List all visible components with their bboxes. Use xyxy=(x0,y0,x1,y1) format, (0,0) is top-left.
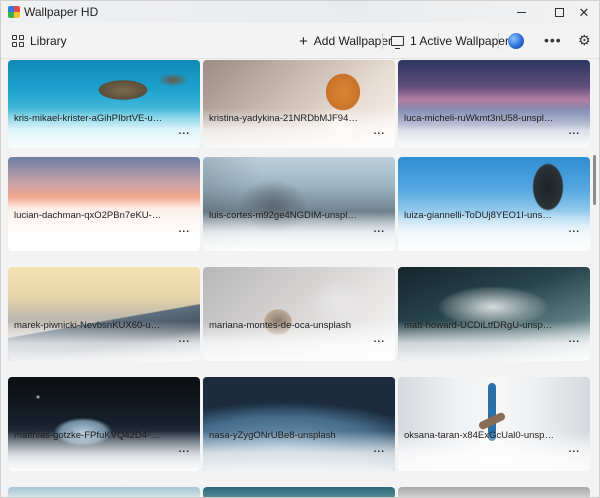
wallpaper-grid[interactable]: kris-mikael-krister-aGihPIbrtVE-unsplash… xyxy=(1,60,599,497)
card-more-button[interactable]: ... xyxy=(569,444,580,455)
wallpaper-card[interactable]: oksana-taran-x84ExGcUal0-unsplash ... xyxy=(398,377,590,471)
wallpaper-thumbnail xyxy=(398,487,590,497)
vertical-scrollbar[interactable] xyxy=(593,155,596,205)
card-more-button[interactable]: ... xyxy=(374,444,385,455)
account-icon[interactable] xyxy=(508,33,524,49)
wallpaper-card[interactable]: marek-piwnicki-NevbsnKUX60-unsplash ... xyxy=(8,267,200,361)
minimize-button[interactable] xyxy=(504,1,538,23)
monitor-icon xyxy=(391,36,404,49)
wallpaper-card[interactable]: luis-cortes-m92ge4NGDIM-unsplash ... xyxy=(203,157,395,251)
card-more-button[interactable]: ... xyxy=(179,444,190,455)
wallpaper-card[interactable]: lucian-dachman-qxO2PBn7eKU-unsplash ... xyxy=(8,157,200,251)
wallpaper-name: marek-piwnicki-NevbsnKUX60-unsplash xyxy=(14,320,164,331)
toolbar-divider xyxy=(382,33,383,49)
wallpaper-card[interactable]: kristina-yadykina-21NRDbMJF94-unsplash .… xyxy=(203,60,395,148)
grid-icon xyxy=(12,35,24,47)
card-more-button[interactable]: ... xyxy=(179,126,190,137)
toolbar: Library + Add Wallpaper 1 Active Wallpap… xyxy=(1,23,599,59)
wallpaper-card[interactable] xyxy=(8,487,200,497)
library-label: Library xyxy=(30,34,67,48)
wallpaper-card[interactable]: luiza-giannelli-ToDUj8YEO1I-unsplash ... xyxy=(398,157,590,251)
wallpaper-name: mariana-montes-de-oca-unsplash xyxy=(209,320,352,331)
wallpaper-name: luis-cortes-m92ge4NGDIM-unsplash xyxy=(209,210,359,221)
card-more-button[interactable]: ... xyxy=(179,334,190,345)
wallpaper-name: lucian-dachman-qxO2PBn7eKU-unsplash xyxy=(14,210,164,221)
window-title: Wallpaper HD xyxy=(24,5,99,19)
card-more-button[interactable]: ... xyxy=(179,224,190,235)
card-more-button[interactable]: ... xyxy=(569,126,580,137)
add-wallpaper-button[interactable]: + Add Wallpaper xyxy=(299,31,392,51)
wallpaper-card[interactable]: mariana-montes-de-oca-unsplash ... xyxy=(203,267,395,361)
toolbar-divider xyxy=(498,33,499,49)
wallpaper-name: nasa-yZygONrUBe8-unsplash xyxy=(209,430,336,441)
add-wallpaper-label: Add Wallpaper xyxy=(313,34,393,48)
wallpaper-name: kristina-yadykina-21NRDbMJF94-unsplash xyxy=(209,113,359,124)
card-more-button[interactable]: ... xyxy=(374,334,385,345)
wallpaper-card[interactable]: matt-howard-UCDiLtfDRgU-unsplash ... xyxy=(398,267,590,361)
card-more-button[interactable]: ... xyxy=(374,126,385,137)
wallpaper-name: luca-micheli-ruWkmt3nU58-unsplash xyxy=(404,113,554,124)
minimize-icon xyxy=(516,11,526,13)
card-more-button[interactable]: ... xyxy=(374,224,385,235)
wallpaper-name: luiza-giannelli-ToDUj8YEO1I-unsplash xyxy=(404,210,554,221)
wallpaper-thumbnail xyxy=(8,487,200,497)
wallpaper-thumbnail xyxy=(203,487,395,497)
title-bar[interactable]: Wallpaper HD ✕ xyxy=(1,1,599,23)
app-logo-icon xyxy=(8,6,20,18)
card-more-button[interactable]: ... xyxy=(569,224,580,235)
plus-icon: + xyxy=(299,32,308,50)
wallpaper-name: matt-howard-UCDiLtfDRgU-unsplash xyxy=(404,320,554,331)
wallpaper-name: oksana-taran-x84ExGcUal0-unsplash xyxy=(404,430,554,441)
wallpaper-card[interactable] xyxy=(398,487,590,497)
library-tab[interactable]: Library xyxy=(12,31,67,51)
wallpaper-card[interactable]: nasa-yZygONrUBe8-unsplash ... xyxy=(203,377,395,471)
maximize-icon xyxy=(554,7,564,17)
wallpaper-name: matthias-gotzke-FPfuKVQ42D4-unsplash xyxy=(14,430,164,441)
wallpaper-card[interactable]: matthias-gotzke-FPfuKVQ42D4-unsplash ... xyxy=(8,377,200,471)
app-window: Wallpaper HD ✕ Library + Add Wallpaper 1… xyxy=(0,0,600,498)
active-wallpapers-label: 1 Active Wallpaper(s) xyxy=(410,34,523,48)
wallpaper-card[interactable]: luca-micheli-ruWkmt3nU58-unsplash ... xyxy=(398,60,590,148)
wallpaper-card[interactable] xyxy=(203,487,395,497)
wallpaper-name: kris-mikael-krister-aGihPIbrtVE-unsplash xyxy=(14,113,164,124)
more-options-icon[interactable]: ••• xyxy=(544,32,562,48)
close-button[interactable]: ✕ xyxy=(567,1,599,23)
settings-gear-icon[interactable]: ⚙ xyxy=(578,32,591,49)
active-wallpapers-button[interactable]: 1 Active Wallpaper(s) xyxy=(391,31,523,51)
wallpaper-card[interactable]: kris-mikael-krister-aGihPIbrtVE-unsplash… xyxy=(8,60,200,148)
card-more-button[interactable]: ... xyxy=(569,334,580,345)
close-icon: ✕ xyxy=(578,4,590,20)
